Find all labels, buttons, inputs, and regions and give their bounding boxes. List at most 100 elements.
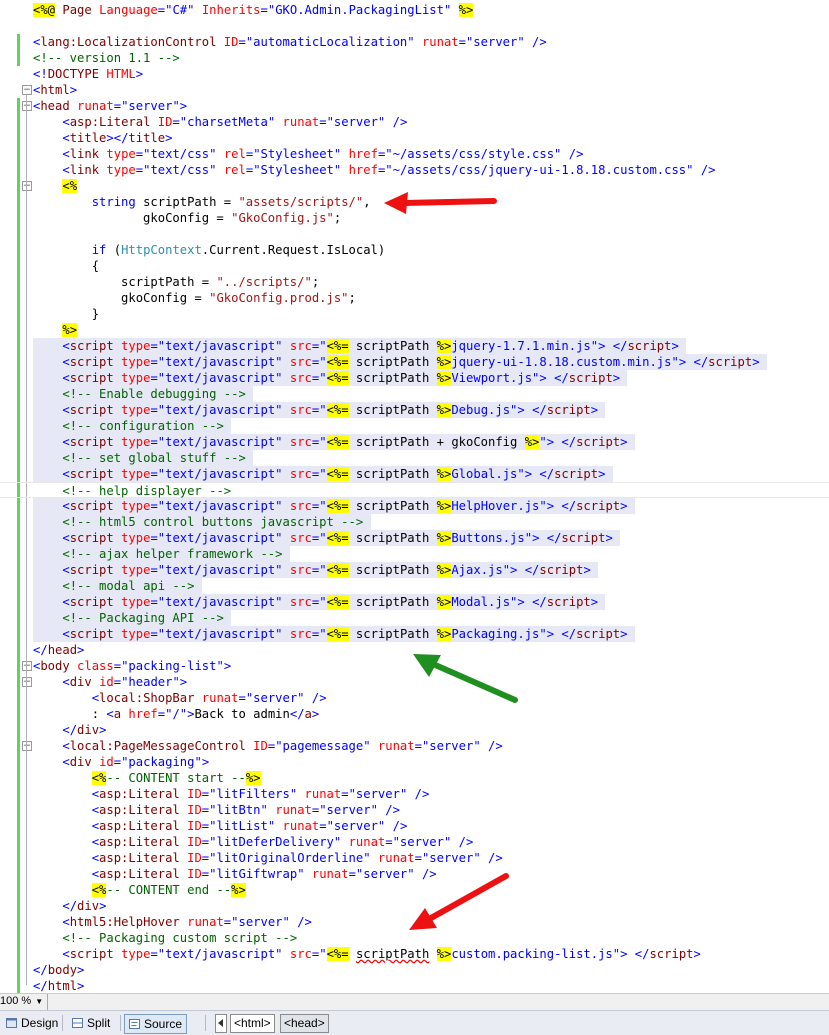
code-line-text: <script type="text/javascript" src="<%= … xyxy=(33,338,687,354)
code-line-text: { xyxy=(33,258,99,274)
code-token: scriptPath xyxy=(355,947,430,961)
zoom-level: 100 % xyxy=(0,995,32,1007)
code-token: "packing-list" xyxy=(121,659,224,673)
code-token: </ xyxy=(62,723,78,737)
code-token: < xyxy=(62,163,70,177)
code-token: = xyxy=(319,115,327,129)
code-line: <script type="text/javascript" src="<%= … xyxy=(0,946,829,962)
code-token: "server" xyxy=(392,835,452,849)
code-line-text: </head> xyxy=(33,642,84,658)
code-token: <!-- help displayer --> xyxy=(62,484,232,498)
code-token: =" xyxy=(311,947,327,961)
code-token: scriptPath xyxy=(348,595,437,609)
code-line-text: <script type="text/javascript" src="<%= … xyxy=(33,498,635,514)
code-token: type xyxy=(121,531,151,545)
tab-split[interactable]: Split xyxy=(68,1014,114,1032)
code-token: src xyxy=(289,563,312,577)
code-token: =" xyxy=(311,355,327,369)
code-token: scriptPath xyxy=(348,531,437,545)
code-token: script xyxy=(69,371,114,385)
tab-design[interactable]: Design xyxy=(2,1014,62,1032)
code-token: <!-- Packaging custom script --> xyxy=(62,931,298,945)
code-token: "GkoConfig.prod.js" xyxy=(209,291,349,305)
code-token: </ xyxy=(62,899,78,913)
code-line: </html> xyxy=(0,978,829,993)
code-line: <%@ Page Language="C#" Inherits="GKO.Adm… xyxy=(0,2,829,18)
code-token: runat xyxy=(421,35,459,49)
code-token: > xyxy=(671,339,687,353)
code-token: %> xyxy=(436,499,452,513)
code-token: scriptPath xyxy=(348,467,437,481)
code-line-text: <title></title> xyxy=(33,130,172,146)
code-token: =" xyxy=(311,371,327,385)
code-token: < xyxy=(91,787,100,801)
code-token: %> xyxy=(436,467,452,481)
code-token: > xyxy=(179,99,188,113)
code-token: < xyxy=(62,499,70,513)
code-token: %> xyxy=(436,627,452,641)
split-view-icon xyxy=(72,1015,83,1028)
code-token: > xyxy=(693,947,701,961)
breadcrumb-back-button[interactable] xyxy=(215,1014,227,1033)
code-token: "server" xyxy=(121,99,180,113)
code-token: jquery-ui-1.8.18.custom.min.js" xyxy=(451,355,679,369)
code-token: Ajax.js" xyxy=(451,563,511,577)
code-token: =" xyxy=(311,531,327,545)
code-token: = xyxy=(135,163,144,177)
zoom-dropdown[interactable]: 100 % ▼ xyxy=(0,994,49,1010)
tab-source[interactable]: Source xyxy=(124,1014,188,1034)
code-token: body xyxy=(47,963,78,977)
code-token: "server" xyxy=(319,803,378,817)
code-token: "server" xyxy=(326,115,386,129)
code-token: > xyxy=(620,627,635,641)
code-line-text: <script type="text/javascript" src="<%= … xyxy=(33,946,701,962)
code-token: %> xyxy=(436,339,452,353)
code-token: script xyxy=(576,435,621,449)
code-token: runat xyxy=(377,851,415,865)
code-token: "assets/scripts/" xyxy=(238,195,364,209)
code-line: <%-- CONTENT start --%> xyxy=(0,770,829,786)
code-token: type xyxy=(106,163,136,177)
code-line-text: scriptPath = "../scripts/"; xyxy=(33,274,319,290)
code-editor[interactable]: −−−−−− <%@ Page Language="C#" Inherits="… xyxy=(0,0,829,993)
code-token: ID xyxy=(187,787,202,801)
code-token: "text/javascript" xyxy=(157,355,283,369)
code-line-text: <asp:Literal ID="litGiftwrap" runat="ser… xyxy=(33,866,437,882)
code-line-text: <script type="text/javascript" src="<%= … xyxy=(33,626,635,642)
code-token: "litOriginalOrderline" xyxy=(209,851,371,865)
code-token: type xyxy=(121,339,151,353)
code-token: script xyxy=(69,531,114,545)
design-view-icon xyxy=(6,1015,17,1028)
code-token: if xyxy=(91,243,107,257)
breadcrumb-head[interactable]: <head> xyxy=(280,1014,329,1033)
code-token: ID xyxy=(187,819,202,833)
code-token: "text/javascript" xyxy=(157,595,283,609)
breadcrumb-html[interactable]: <html> xyxy=(230,1014,275,1033)
code-token: src xyxy=(289,595,312,609)
tab-split-label: Split xyxy=(87,1016,111,1030)
code-token: head xyxy=(47,643,78,657)
code-token: = xyxy=(414,851,422,865)
code-line-text: <!-- ajax helper framework --> xyxy=(33,546,290,562)
code-token: script xyxy=(69,947,114,961)
code-token: > xyxy=(77,963,85,977)
source-view-icon xyxy=(129,1016,140,1029)
